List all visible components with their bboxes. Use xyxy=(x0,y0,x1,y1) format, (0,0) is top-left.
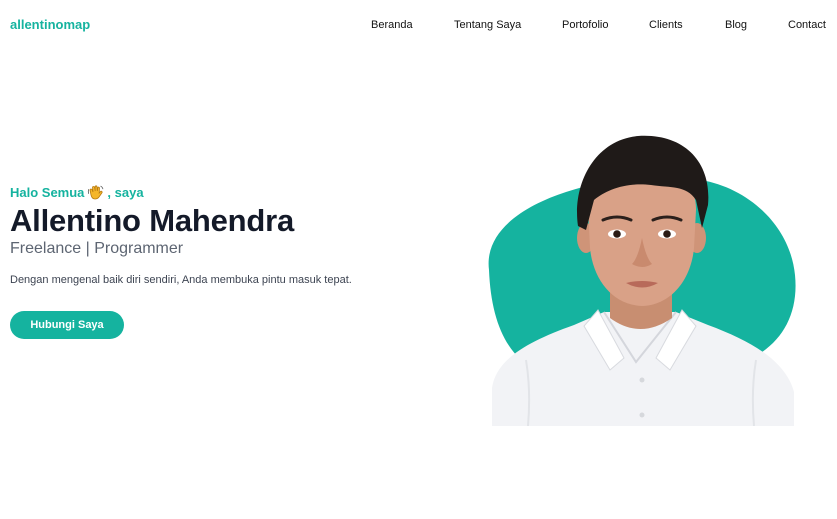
hero-role: Freelance | Programmer xyxy=(10,240,184,257)
waving-hand-icon xyxy=(87,184,104,201)
nav-item-portofolio[interactable]: Portofolio xyxy=(562,19,608,31)
nav-item-beranda[interactable]: Beranda xyxy=(371,19,413,31)
contact-me-button[interactable]: Hubungi Saya xyxy=(10,311,124,339)
nav-item-clients[interactable]: Clients xyxy=(649,19,683,31)
hero-description: Dengan mengenal baik diri sendiri, Anda … xyxy=(10,274,352,286)
hero-greeting: Halo Semua , saya xyxy=(10,184,430,201)
nav-item-contact[interactable]: Contact xyxy=(788,19,826,31)
greeting-text: Halo Semua xyxy=(10,185,85,200)
greeting-suffix: , saya xyxy=(107,185,144,200)
profile-photo xyxy=(486,130,798,426)
nav-item-tentang-saya[interactable]: Tentang Saya xyxy=(454,19,521,31)
main-nav: Beranda Tentang Saya Portofolio Clients … xyxy=(0,19,837,35)
page: allentinomap Beranda Tentang Saya Portof… xyxy=(0,0,837,519)
nav-item-blog[interactable]: Blog xyxy=(725,19,747,31)
hero-section: Halo Semua , saya Allentino Mahendra Fre… xyxy=(10,184,430,339)
hero-name: Allentino Mahendra xyxy=(10,203,295,238)
